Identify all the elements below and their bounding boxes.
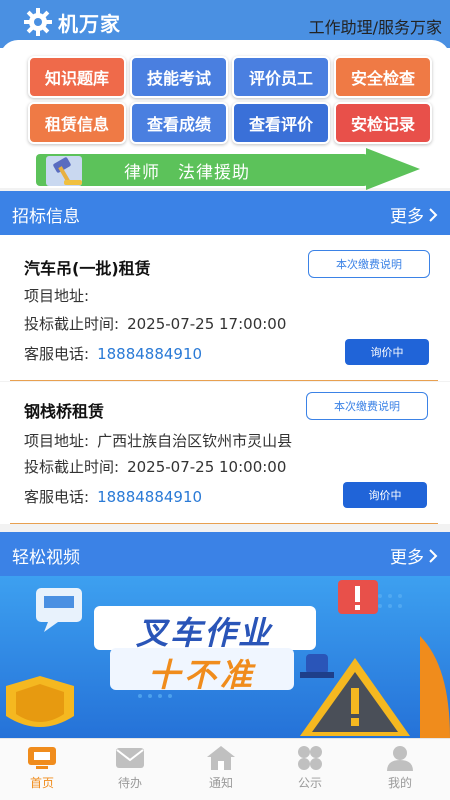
divider (10, 523, 438, 524)
bottom-tab-bar: 首页 待办 通知 公示 我的 (0, 738, 450, 800)
tender-card[interactable]: 钢栈桥租赁 本次缴费说明 项目地址: 广西壮族自治区钦州市灵山县 投标截止时间: 2… (0, 382, 450, 524)
section-title: 招标信息 (12, 207, 80, 227)
knowledge-bank-button[interactable]: 知识题库 (28, 56, 126, 98)
app-name: 机万家 (58, 11, 121, 36)
video-title-line2: 十不准 (147, 656, 256, 694)
chevron-right-icon (429, 548, 438, 563)
app-logo: 机万家 (22, 6, 121, 38)
mail-icon (116, 748, 144, 768)
address-row: 项目地址: (24, 287, 90, 305)
tender-title: 汽车吊(一批)租赁 (24, 259, 151, 278)
video-more-link[interactable]: 更多 (390, 543, 438, 568)
video-title-line1: 叉车作业 (135, 614, 272, 652)
legal-aid-text: 律师 法律援助 (124, 163, 250, 183)
monitor-icon (28, 747, 56, 769)
fee-info-button[interactable]: 本次缴费说明 (306, 392, 428, 420)
house-icon (207, 746, 235, 770)
app-slogan: 工作助理/服务万家 (308, 18, 442, 37)
gavel-icon (46, 156, 82, 186)
video-section-header: 轻松视频 更多 (0, 532, 450, 576)
tender-title: 钢栈桥租赁 (24, 402, 105, 421)
inquiry-status-button[interactable]: 询价中 (343, 482, 427, 508)
gear-icon (24, 8, 52, 36)
tender-more-link[interactable]: 更多 (390, 202, 438, 227)
legal-aid-banner[interactable]: 律师 法律援助 (36, 148, 420, 190)
user-icon (387, 746, 413, 771)
divider (10, 380, 438, 381)
tender-section-header: 招标信息 更多 (0, 191, 450, 235)
fee-info-button[interactable]: 本次缴费说明 (308, 250, 430, 278)
section-title: 轻松视频 (12, 548, 80, 568)
phone-link[interactable]: 18884884910 (97, 488, 202, 506)
deadline-row: 投标截止时间: 2025-07-25 17:00:00 (24, 315, 287, 333)
deadline-row: 投标截止时间: 2025-07-25 10:00:00 (24, 458, 287, 476)
chevron-right-icon (429, 207, 438, 222)
tab-todo[interactable]: 待办 (100, 745, 160, 797)
view-reviews-button[interactable]: 查看评价 (232, 102, 330, 144)
tab-profile[interactable]: 我的 (370, 745, 430, 797)
rate-employee-button[interactable]: 评价员工 (232, 56, 330, 98)
video-thumbnail[interactable]: 叉车作业 十不准 (0, 576, 450, 738)
home-screen: 机万家 工作助理/服务万家 知识题库 技能考试 评价员工 安全检查 租赁信息 查… (0, 0, 450, 800)
tab-notice[interactable]: 通知 (191, 745, 251, 797)
clover-icon (298, 746, 322, 770)
phone-link[interactable]: 18884884910 (97, 345, 202, 363)
skill-exam-button[interactable]: 技能考试 (130, 56, 228, 98)
tab-public[interactable]: 公示 (280, 745, 340, 797)
view-scores-button[interactable]: 查看成绩 (130, 102, 228, 144)
safety-check-button[interactable]: 安全检查 (334, 56, 432, 98)
phone-row: 客服电话: 18884884910 (24, 488, 203, 506)
inquiry-status-button[interactable]: 询价中 (345, 339, 429, 365)
address-row: 项目地址: 广西壮族自治区钦州市灵山县 (24, 432, 293, 450)
tab-home[interactable]: 首页 (12, 745, 72, 797)
inspection-records-button[interactable]: 安检记录 (334, 102, 432, 144)
tender-card[interactable]: 汽车吊(一批)租赁 本次缴费说明 项目地址: 投标截止时间: 2025-07-25… (0, 235, 450, 381)
phone-row: 客服电话: 18884884910 (24, 345, 203, 363)
rental-info-button[interactable]: 租赁信息 (28, 102, 126, 144)
